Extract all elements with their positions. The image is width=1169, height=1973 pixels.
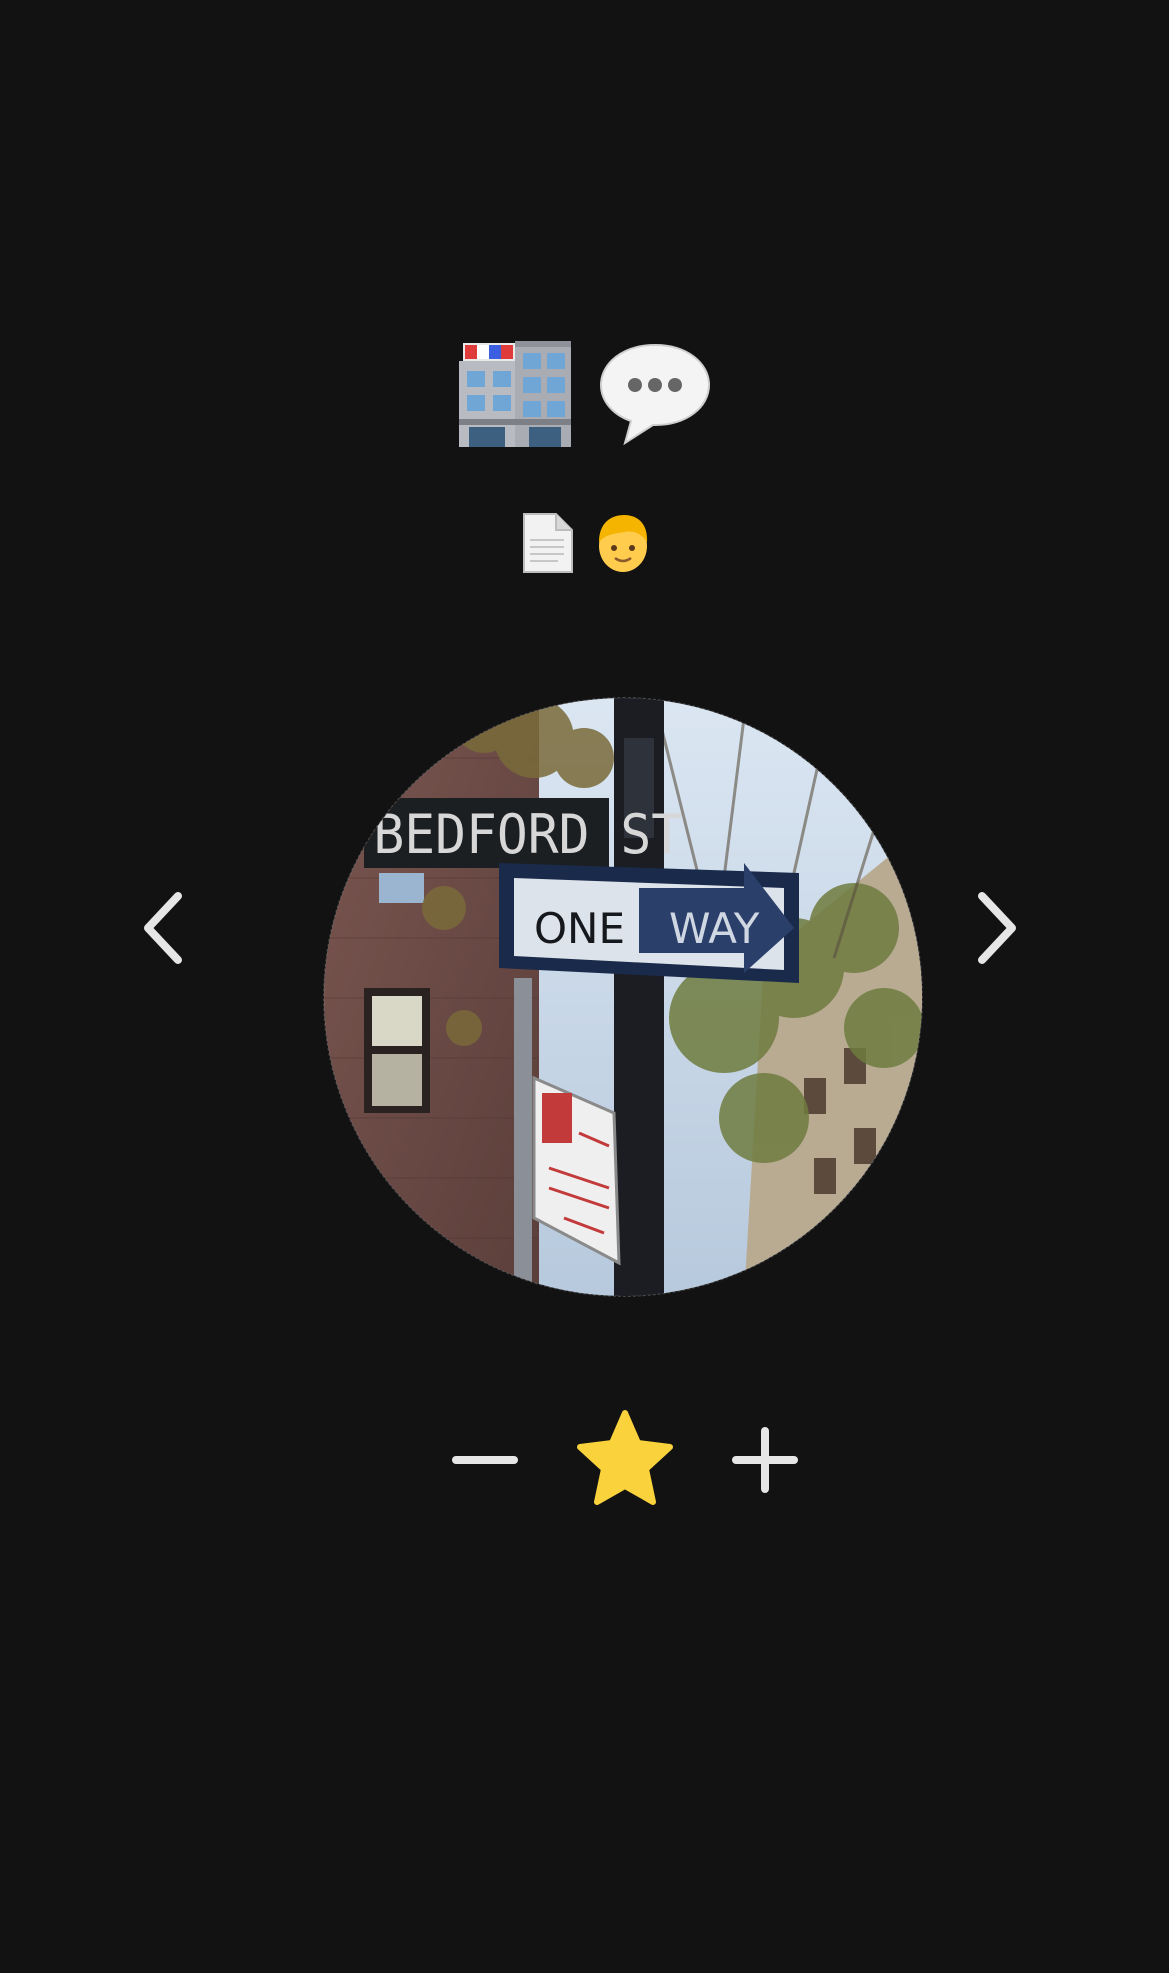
minus-icon: [452, 1456, 518, 1464]
department-store-icon[interactable]: [455, 333, 575, 457]
plus-icon: [732, 1427, 798, 1493]
street-sign-text: BEDFORD ST: [373, 804, 682, 867]
previous-button[interactable]: [128, 888, 198, 968]
person-icon[interactable]: [594, 512, 652, 578]
sub-icon-row: [0, 505, 1169, 585]
chevron-left-icon: [144, 892, 182, 964]
zoom-out-button[interactable]: [430, 1405, 540, 1515]
zoom-controls: [0, 1405, 1169, 1515]
next-button[interactable]: [962, 888, 1032, 968]
one-way-sign-left: ONE: [534, 904, 625, 953]
chevron-right-icon: [978, 892, 1016, 964]
street-sign-photo: BEDFORD ST ONE WAY: [324, 698, 922, 1296]
photo-circle: BEDFORD ST ONE WAY: [323, 697, 923, 1297]
star-icon: [577, 1410, 673, 1505]
zoom-in-button[interactable]: [710, 1405, 820, 1515]
header-icon-row: [0, 330, 1169, 460]
favorite-button[interactable]: [570, 1405, 680, 1515]
one-way-sign-right: WAY: [669, 904, 760, 953]
document-icon[interactable]: [518, 512, 576, 578]
speech-bubble-icon[interactable]: [595, 333, 715, 457]
